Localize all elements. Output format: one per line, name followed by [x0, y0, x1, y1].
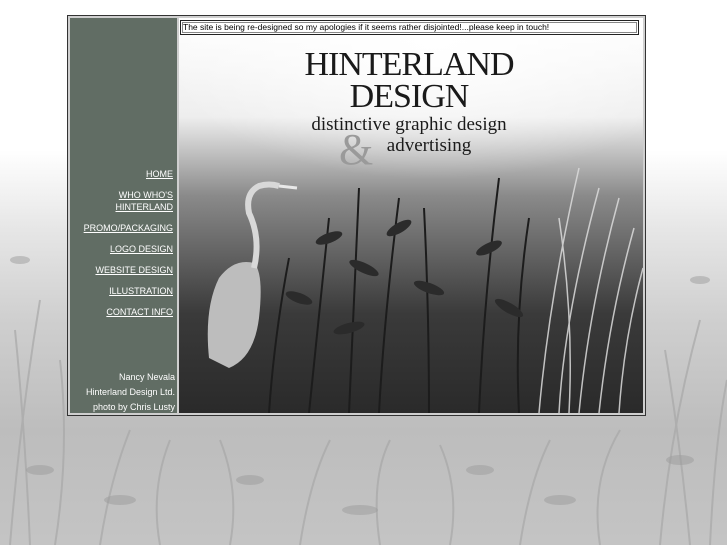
- redesign-notice: The site is being re-designed so my apol…: [180, 20, 639, 35]
- nav-menu: HOME WHO WHO'S HINTERLAND PROMO/PACKAGIN…: [71, 168, 173, 327]
- logo-ampersand: &: [339, 125, 374, 174]
- content-frame: HOME WHO WHO'S HINTERLAND PROMO/PACKAGIN…: [67, 15, 646, 416]
- nav-website-link[interactable]: WEBSITE DESIGN: [71, 264, 173, 276]
- credit-photo: photo by Chris Lusty: [92, 402, 175, 412]
- nav-contact-link[interactable]: CONTACT INFO: [71, 306, 173, 318]
- credit-company: Hinterland Design Ltd.: [85, 387, 175, 397]
- nav-illustration-link[interactable]: ILLUSTRATION: [71, 285, 173, 297]
- hinterland-logo: HINTERLAND DESIGN distinctive graphic de…: [299, 48, 519, 156]
- logo-hinterland: HINTERLAND: [304, 46, 514, 83]
- logo-design: DESIGN: [349, 78, 470, 115]
- nav-home-link[interactable]: HOME: [71, 168, 173, 180]
- nav-who-link[interactable]: WHO WHO'S HINTERLAND: [115, 189, 173, 213]
- logo-advertising: advertising: [386, 135, 472, 156]
- credits: Nancy Nevala Hinterland Design Ltd. phot…: [86, 370, 175, 415]
- nav-logo-link[interactable]: LOGO DESIGN: [71, 243, 173, 255]
- logo-tagline: distinctive graphic design: [311, 114, 507, 135]
- main-panel: The site is being re-designed so my apol…: [179, 18, 643, 413]
- nav-promo-link[interactable]: PROMO/PACKAGING: [71, 222, 173, 234]
- credit-name: Nancy Nevala: [118, 372, 175, 382]
- sidebar: HOME WHO WHO'S HINTERLAND PROMO/PACKAGIN…: [70, 18, 177, 413]
